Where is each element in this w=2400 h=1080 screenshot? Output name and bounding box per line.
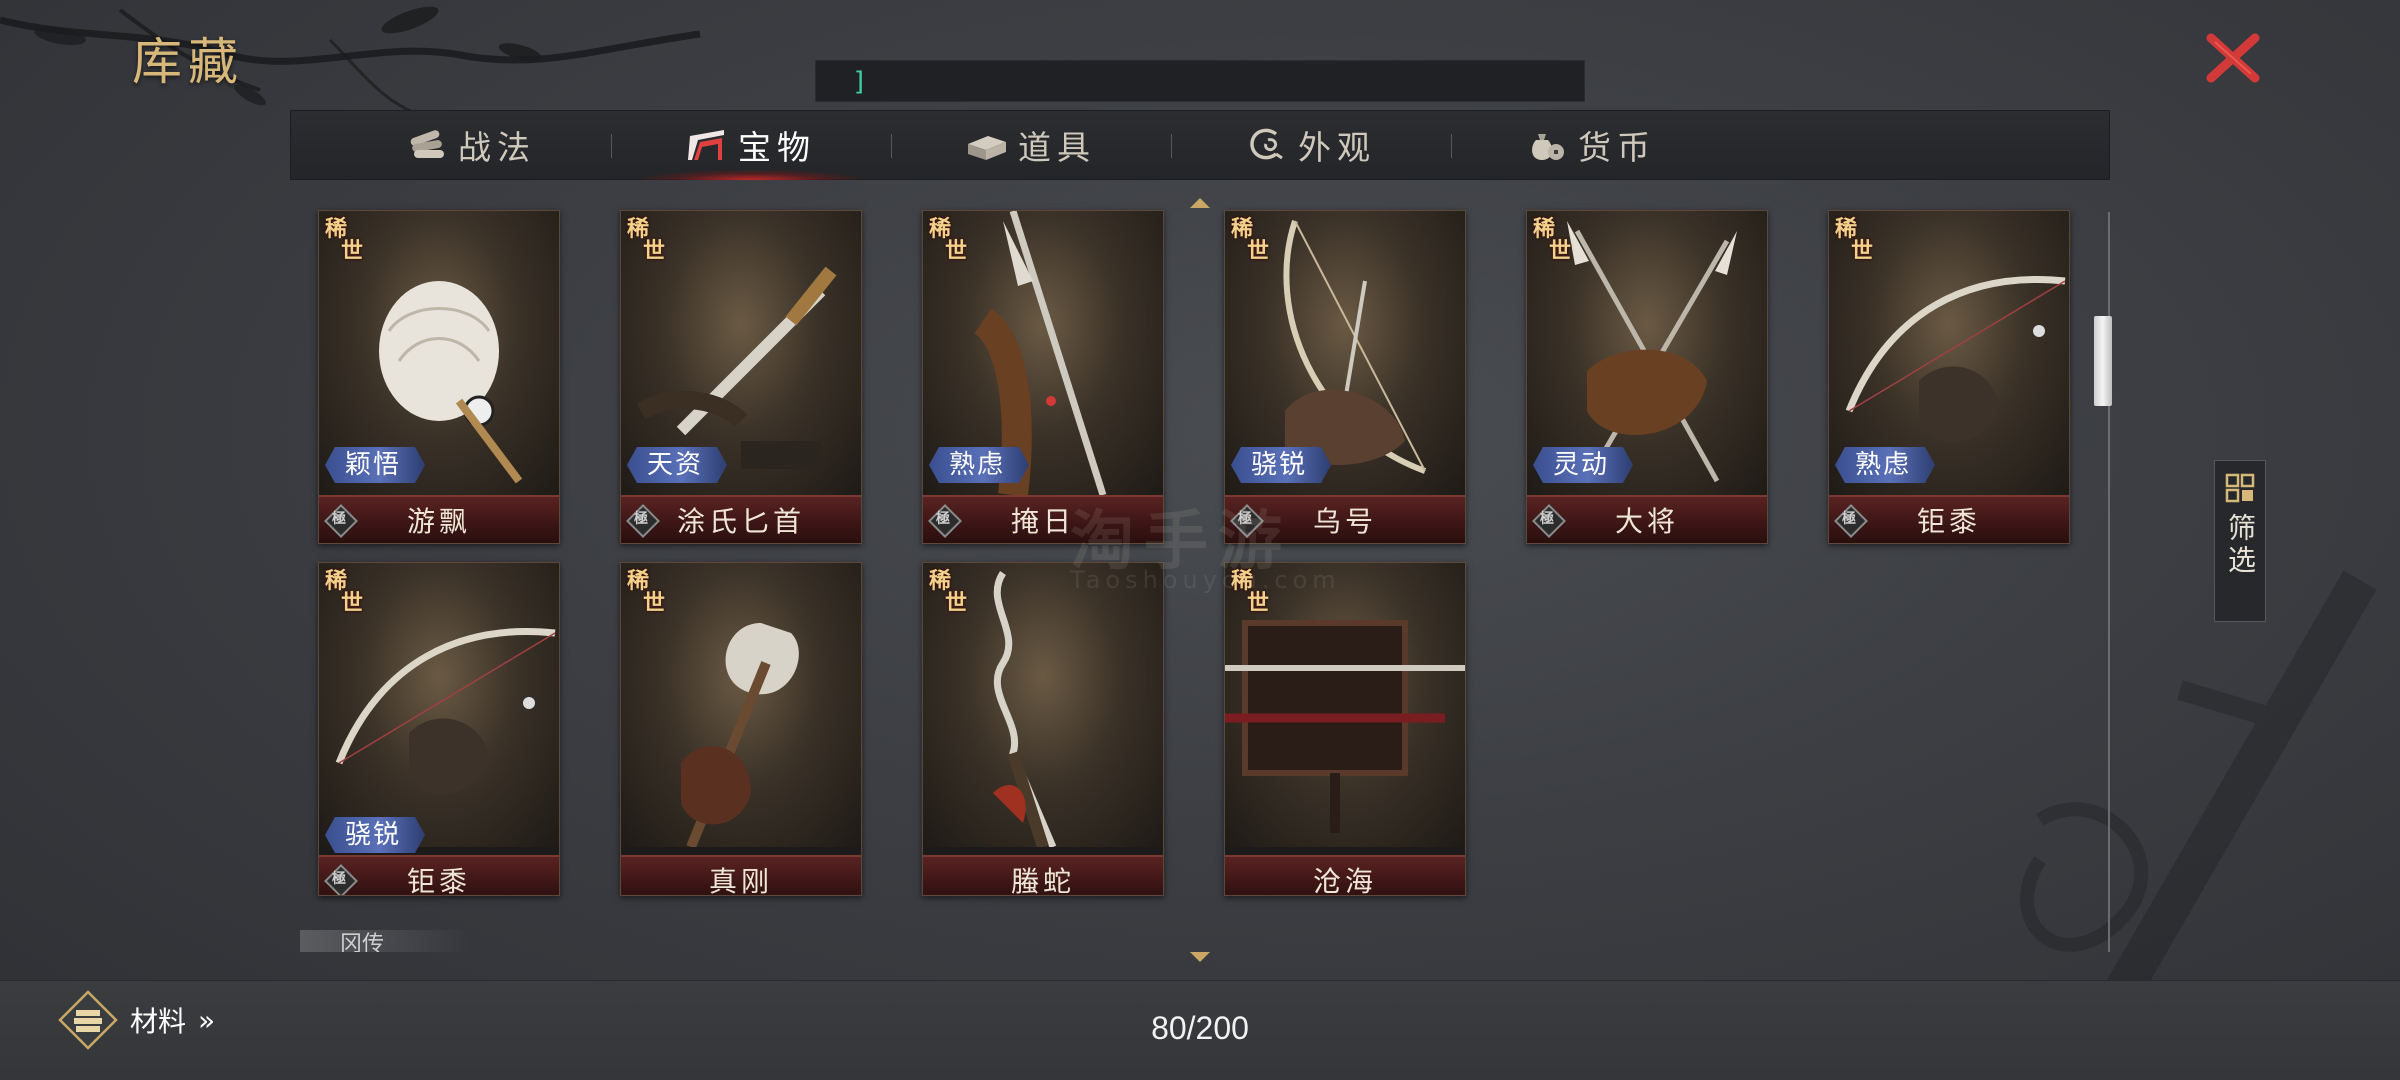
tab-label: 宝物 [738, 128, 816, 167]
treasure-name: 沧海 [1312, 865, 1377, 896]
grade-icon: 極 [324, 864, 358, 895]
scroll-bundle-icon [410, 130, 444, 158]
scrollbar-thumb[interactable] [2094, 316, 2112, 406]
tab-appearance[interactable]: 外观 [1171, 110, 1451, 180]
grade-icon: 極 [626, 504, 660, 538]
watermark-sub: Taoshouyou.com [1070, 566, 1341, 594]
trait-badge: 天资 [627, 447, 728, 483]
treasure-name: 乌号 [1312, 505, 1377, 538]
rare-badge: 稀 世 [1229, 211, 1273, 291]
rare-badge: 稀 世 [625, 211, 669, 291]
scroll-up-arrow-icon[interactable] [1188, 196, 1212, 210]
treasure-name-bar: 極 涂氏匕首 [621, 495, 861, 543]
materials-icon [58, 990, 118, 1050]
treasure-card[interactable]: 稀 世 真刚 [620, 562, 862, 896]
treasure-card[interactable]: 稀 世 骁锐 極 钜黍 [318, 562, 560, 896]
rare-char: 世 [643, 238, 666, 264]
category-tabs: 战法 宝物 道具 外观 货币 [290, 110, 2110, 180]
tab-tactics[interactable]: 战法 [331, 110, 611, 180]
treasure-name: 钜黍 [1916, 505, 1981, 538]
treasure-name: 真刚 [708, 865, 773, 896]
treasure-name-bar: 真刚 [621, 855, 861, 896]
treasure-name: 涂氏匕首 [676, 505, 805, 538]
rare-badge: 稀 世 [323, 211, 367, 291]
treasure-name: 大将 [1614, 505, 1679, 538]
treasure-name-bar: 極 游飘 [319, 495, 559, 543]
treasure-card[interactable]: 稀 世 熟虑 極 钜黍 [1828, 210, 2070, 544]
treasure-name-bar: 沧海 [1225, 855, 1465, 896]
tab-label: 道具 [1018, 128, 1096, 167]
rare-badge: 稀 世 [1531, 211, 1575, 291]
trait-badge: 灵动 [1533, 447, 1634, 483]
rare-badge: 稀 世 [927, 211, 971, 291]
page-title: 库藏 [132, 33, 244, 91]
treasure-name-bar: 極 钜黍 [1829, 495, 2069, 543]
grade-icon: 極 [324, 504, 358, 538]
treasure-name-bar: 螣蛇 [923, 855, 1163, 896]
grade-icon: 極 [928, 504, 962, 538]
rare-char: 世 [341, 238, 364, 264]
rare-badge: 稀 世 [1833, 211, 1877, 291]
tab-treasures[interactable]: 宝物 [611, 110, 891, 180]
grade-icon: 極 [1532, 504, 1566, 538]
treasure-card[interactable]: 稀 世 颖悟 極 游飘 [318, 210, 560, 544]
treasure-name: 螣蛇 [1010, 865, 1075, 896]
rare-char: 世 [643, 590, 666, 616]
treasure-name-bar: 極 大将 [1527, 495, 1767, 543]
rare-char: 世 [1549, 238, 1572, 264]
tab-props[interactable]: 道具 [891, 110, 1171, 180]
search-input[interactable] [854, 67, 1584, 95]
treasure-card[interactable]: 稀 世 沧海 [1224, 562, 1466, 896]
filter-label: 筛选 [2224, 513, 2257, 577]
tab-label: 外观 [1298, 128, 1376, 167]
rare-char: 世 [341, 590, 364, 616]
trait-badge: 熟虑 [1835, 447, 1936, 483]
treasure-name: 游飘 [406, 505, 471, 538]
text-cursor: ] [852, 67, 868, 97]
trait-badge: 骁锐 [1231, 447, 1332, 483]
treasure-name: 掩日 [1010, 505, 1075, 538]
rare-char: 世 [945, 590, 968, 616]
rare-badge: 稀 世 [625, 563, 669, 643]
treasure-name-bar: 極 钜黍 [319, 855, 559, 896]
filter-button[interactable]: 筛选 [2214, 460, 2266, 622]
rare-char: 世 [945, 238, 968, 264]
rare-badge: 稀 世 [323, 563, 367, 643]
close-button[interactable] [2198, 26, 2268, 90]
chevron-right-icon: » [198, 1003, 216, 1037]
scroll-down-arrow-icon[interactable] [1188, 950, 1212, 964]
swirl-cloud-icon [1250, 128, 1283, 160]
ingot-box-icon [968, 136, 1006, 160]
materials-label: 材料 [130, 1005, 187, 1038]
rare-badge: 稀 世 [927, 563, 971, 643]
treasure-card[interactable]: 稀 世 天资 極 涂氏匕首 [620, 210, 862, 544]
rare-char: 世 [1247, 238, 1270, 264]
tab-currency[interactable]: 货币 [1451, 110, 1731, 180]
materials-button[interactable]: 材料 » [58, 990, 215, 1050]
trait-badge: 颖悟 [325, 447, 426, 483]
section-header-partial: 冈传 [300, 930, 470, 952]
trait-badge: 骁锐 [325, 817, 426, 853]
grid-filter-icon [2225, 473, 2255, 503]
treasure-card[interactable]: 稀 世 螣蛇 [922, 562, 1164, 896]
inventory-count: 80/200 [1151, 1010, 1249, 1046]
rare-char: 世 [1851, 238, 1874, 264]
tab-label: 战法 [458, 128, 536, 167]
treasure-altar-icon [688, 130, 724, 160]
money-bag-icon [1532, 134, 1564, 160]
treasure-name: 钜黍 [406, 865, 471, 896]
trait-badge: 熟虑 [929, 447, 1030, 483]
grade-icon: 極 [1834, 504, 1868, 538]
close-icon [2206, 33, 2260, 83]
search-bar[interactable]: ] [815, 60, 1585, 102]
tab-label: 货币 [1578, 128, 1656, 167]
treasure-card[interactable]: 稀 世 灵动 極 大将 [1526, 210, 1768, 544]
